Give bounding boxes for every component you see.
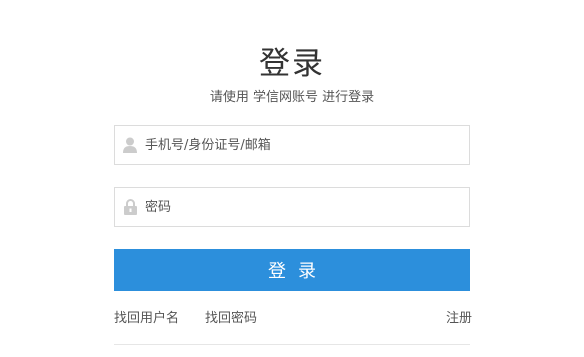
find-username-link[interactable]: 找回用户名 (114, 307, 179, 326)
divider (114, 344, 470, 345)
user-icon (123, 137, 137, 153)
find-password-link[interactable]: 找回密码 (205, 307, 257, 326)
lock-icon (123, 199, 137, 215)
page-subtitle: 请使用 学信网账号 进行登录 (209, 90, 375, 105)
login-button[interactable]: 登录 (114, 249, 470, 291)
password-field[interactable] (114, 187, 470, 227)
username-field[interactable] (114, 125, 470, 165)
page-title: 登录 (259, 46, 325, 82)
username-input[interactable] (145, 127, 469, 163)
password-input[interactable] (145, 189, 469, 225)
register-link[interactable]: 注册 (446, 307, 472, 326)
